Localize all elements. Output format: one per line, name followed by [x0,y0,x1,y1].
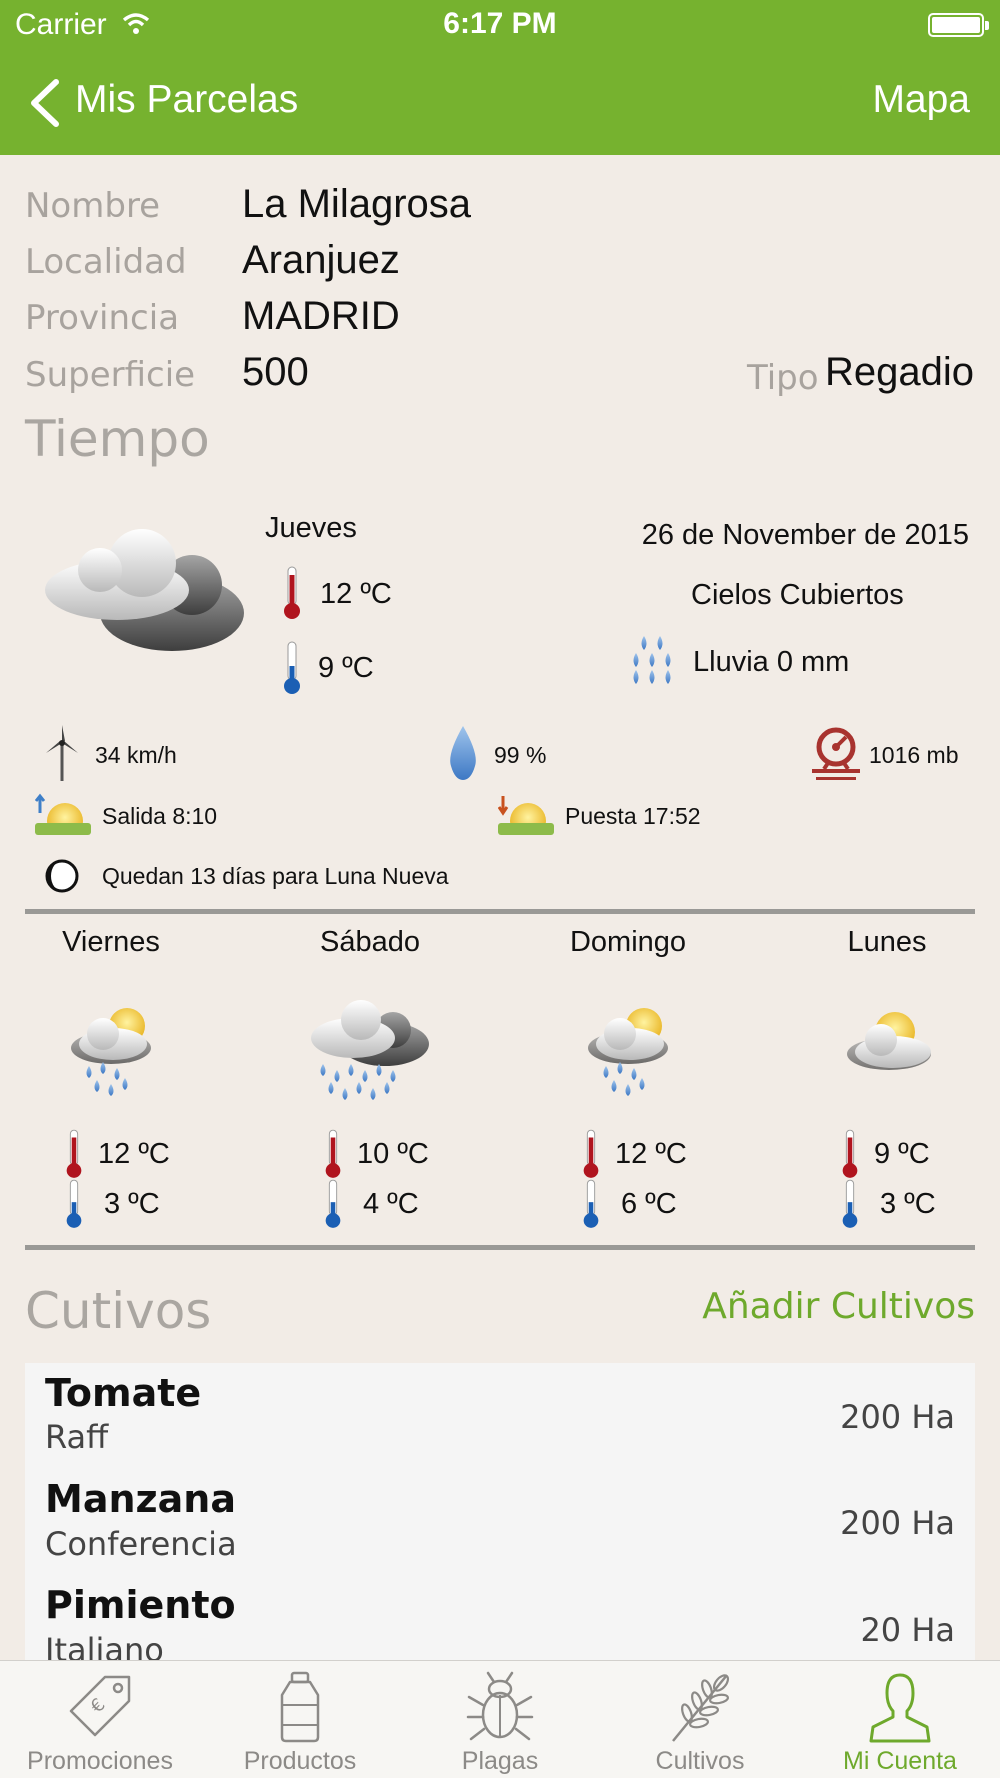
crop-area: 200 Ha [840,1504,955,1542]
thermometer-hot-icon [284,566,300,619]
tab-bar: € Promociones Productos Plagas Cultivos … [0,1660,1000,1778]
divider [25,1245,975,1250]
battery-icon [928,13,989,37]
sunset-value: Puesta 17:52 [565,803,701,829]
wheat-icon [672,1674,730,1742]
forecast-day-label: Lunes [847,926,927,958]
provincia-value: MADRID [242,294,400,338]
today-condition: Cielos Cubiertos [691,579,904,611]
crops-section-title: Cutivos [25,1282,212,1340]
crops-list: Tomate Raff 200 Ha Manzana Conferencia 2… [25,1363,975,1663]
crop-name: Tomate [45,1371,202,1415]
pressure-value: 1016 mb [869,742,959,768]
tipo-label: Tipo [747,358,819,398]
thermometer-cold-icon [842,1179,858,1228]
forecast-min: 6 ºC [621,1188,677,1220]
forecast-max: 10 ºC [357,1138,429,1170]
add-crops-button[interactable]: Añadir Cultivos [702,1286,975,1327]
user-icon [869,1673,931,1743]
overcast-cloud-icon [45,529,244,651]
tab-label: Mi Cuenta [843,1747,957,1775]
wind-value: 34 km/h [95,742,177,768]
crop-area: 20 Ha [860,1611,955,1649]
today-rain: Lluvia 0 mm [693,646,850,678]
pressure-gauge-icon [812,727,860,780]
forecast-max: 12 ºC [98,1138,170,1170]
thermometer-cold-icon [583,1179,599,1228]
back-button[interactable]: Mis Parcelas [75,78,298,122]
sunrise-value: Salida 8:10 [102,803,218,829]
crop-variety: Conferencia [45,1525,237,1563]
today-max: 12 ºC [320,578,392,610]
sun-cloud-rain-icon [71,1008,151,1096]
today-date: 26 de November de 2015 [641,519,969,551]
forecast-min: 3 ºC [104,1188,160,1220]
forecast-min: 3 ºC [880,1188,936,1220]
forecast-max: 12 ºC [615,1138,687,1170]
tab-cultivos[interactable]: Cultivos [600,1661,800,1778]
tab-promociones[interactable]: € Promociones [0,1661,200,1778]
humidity-value: 99 % [494,742,547,768]
nav-bar: Carrier 6:17 PM Mis Parcelas Mapa [0,0,1000,155]
map-button[interactable]: Mapa [872,78,970,122]
thermometer-cold-icon [66,1179,82,1228]
today-min: 9 ºC [318,652,374,684]
chevron-left-icon[interactable] [28,78,62,128]
thermometer-hot-icon [583,1129,599,1178]
crop-name: Pimiento [45,1583,236,1627]
forecast-min: 4 ºC [363,1188,419,1220]
clock: 6:17 PM [443,7,557,40]
wind-turbine-icon [46,725,78,781]
today-day: Jueves [265,512,357,544]
provincia-label: Provincia [25,298,180,338]
moon-phase-icon [45,859,79,893]
bug-icon [466,1671,534,1741]
svg-text:€: € [87,1694,110,1717]
localidad-label: Localidad [25,242,187,282]
crop-variety: Italiano [45,1631,164,1663]
tag-icon: € [69,1675,131,1737]
tab-label: Productos [243,1747,357,1775]
tab-label: Promociones [27,1747,173,1775]
moon-value: Quedan 13 días para Luna Nueva [102,863,449,889]
sun-cloud-rain-icon [588,1008,668,1096]
divider [25,909,975,914]
sunrise-icon [35,793,91,835]
heavy-rain-icon [310,1000,429,1100]
thermometer-cold-icon [284,641,300,694]
tab-label: Plagas [461,1747,539,1775]
tab-productos[interactable]: Productos [200,1661,400,1778]
crop-variety: Raff [45,1418,109,1456]
nombre-value: La Milagrosa [242,182,472,226]
forecast-max: 9 ºC [874,1138,930,1170]
thermometer-cold-icon [325,1179,341,1228]
tab-plagas[interactable]: Plagas [400,1661,600,1778]
tab-mi-cuenta[interactable]: Mi Cuenta [800,1661,1000,1778]
crop-area: 200 Ha [840,1398,955,1436]
rain-drops-icon [633,636,671,684]
tipo-value: Regadio [824,350,974,394]
localidad-value: Aranjuez [242,238,400,282]
thermometer-hot-icon [66,1129,82,1178]
thermometer-hot-icon [325,1129,341,1178]
superficie-label: Superficie [25,355,196,395]
crop-name: Manzana [45,1477,236,1521]
forecast-day-label: Viernes [62,926,160,958]
thermometer-hot-icon [842,1129,858,1178]
status-bar: Carrier 6:17 PM [0,0,1000,50]
weather-section-title: Tiempo [25,410,210,468]
nombre-label: Nombre [25,186,161,226]
forecast-day-label: Domingo [569,926,687,958]
sun-cloud-icon [847,1012,931,1070]
humidity-drop-icon [450,726,476,780]
tab-label: Cultivos [655,1747,745,1775]
bottle-icon [280,1671,320,1743]
superficie-value: 500 [242,350,309,394]
sunset-icon [498,796,554,835]
forecast-day-label: Sábado [320,926,420,958]
